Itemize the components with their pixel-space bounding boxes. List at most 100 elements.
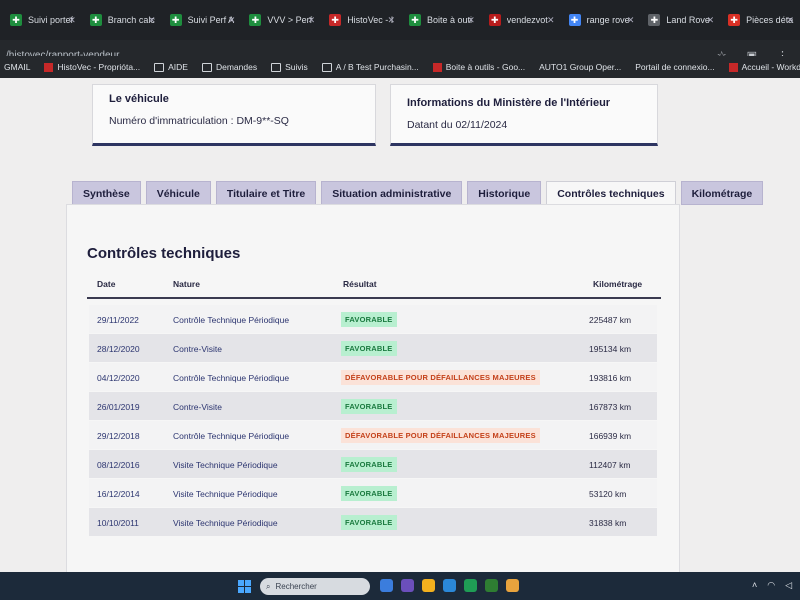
taskbar-search[interactable]: ⌕ Rechercher bbox=[260, 578, 370, 595]
browser-tab[interactable]: ✚ range rove ✕ bbox=[561, 5, 641, 35]
table-row: 04/12/2020 Contrôle Technique Périodique D… bbox=[89, 363, 657, 391]
taskbar: ⌕ Rechercher ˄ ◠ ◁ bbox=[0, 572, 800, 600]
close-icon[interactable]: ✕ bbox=[547, 15, 555, 26]
close-icon[interactable]: ✕ bbox=[387, 15, 395, 26]
result-badge: DÉFAVORABLE POUR DÉFAILLANCES MAJEURES bbox=[341, 370, 540, 385]
col-km: Kilométrage bbox=[593, 279, 643, 289]
table-row: 10/10/2011 Visite Technique Périodique FAV… bbox=[89, 508, 657, 536]
tab-historique[interactable]: Historique bbox=[467, 181, 542, 205]
bookmark-item[interactable]: Boite à outils - Goo... bbox=[432, 62, 526, 72]
close-icon[interactable]: ✕ bbox=[228, 15, 236, 26]
row-mileage: 167873 km bbox=[589, 402, 632, 412]
tab-favicon-icon: ✚ bbox=[169, 14, 182, 26]
row-nature: Visite Technique Périodique bbox=[173, 489, 278, 499]
windows-start-icon[interactable] bbox=[238, 580, 251, 593]
system-tray: ˄ ◠ ◁ bbox=[752, 580, 792, 591]
bookmark-item[interactable]: GMAIL bbox=[4, 62, 30, 72]
row-mileage: 193816 km bbox=[589, 373, 632, 383]
row-nature: Visite Technique Périodique bbox=[173, 518, 278, 528]
tab-kilom-trage[interactable]: Kilométrage bbox=[680, 181, 764, 205]
bookmark-label: Portail de connexio... bbox=[635, 62, 715, 72]
bookmark-item[interactable]: Accueil - Workday bbox=[728, 62, 800, 72]
tab-favicon-icon: ✚ bbox=[89, 14, 102, 26]
close-icon[interactable]: ✕ bbox=[707, 15, 715, 26]
close-icon[interactable]: ✕ bbox=[627, 15, 635, 26]
wifi-icon[interactable]: ◠ bbox=[767, 580, 775, 591]
volume-icon[interactable]: ◁ bbox=[785, 580, 792, 591]
bookmark-label: AIDE bbox=[168, 62, 188, 72]
browser-tab[interactable]: ✚ VVV > Perf ✕ bbox=[241, 5, 321, 35]
taskbar-app-icon[interactable] bbox=[443, 579, 456, 592]
result-badge: FAVORABLE bbox=[341, 341, 397, 356]
page-content: Le véhicule Numéro d'immatriculation : D… bbox=[0, 78, 800, 572]
taskbar-app-icon[interactable] bbox=[506, 579, 519, 592]
bookmark-item[interactable]: HistoVec - Proprióta... bbox=[44, 62, 140, 72]
row-nature: Contrôle Technique Périodique bbox=[173, 431, 290, 441]
site-logo-icon bbox=[728, 62, 738, 72]
table-row: 16/12/2014 Visite Technique Périodique FAV… bbox=[89, 479, 657, 507]
row-date: 29/11/2022 bbox=[97, 315, 139, 325]
result-badge: FAVORABLE bbox=[341, 486, 397, 501]
browser-tab[interactable]: ✚ HistoVec - I ✕ bbox=[321, 5, 401, 35]
browser-tab[interactable]: ✚ Branch calc ✕ bbox=[82, 5, 162, 35]
table-header: Date Nature Résultat Kilométrage bbox=[87, 269, 661, 299]
result-badge: FAVORABLE bbox=[341, 399, 397, 414]
bookmark-item[interactable]: Suivis bbox=[271, 62, 308, 72]
bookmark-label: A / B Test Purchasin... bbox=[335, 62, 419, 72]
section-title: Contrôles techniques bbox=[87, 245, 241, 262]
tab-synth-se[interactable]: Synthèse bbox=[72, 181, 141, 205]
row-date: 10/10/2011 bbox=[97, 518, 139, 528]
browser-tab[interactable]: ✚ Suivi Perf A ✕ bbox=[162, 5, 242, 35]
bookmark-item[interactable]: AUTO1 Group Oper... bbox=[539, 62, 621, 72]
row-date: 28/12/2020 bbox=[97, 344, 140, 354]
close-icon[interactable]: ✕ bbox=[467, 15, 475, 26]
vehicle-card-heading: Le véhicule bbox=[109, 93, 169, 105]
result-badge: FAVORABLE bbox=[341, 312, 397, 327]
taskbar-app-icon[interactable] bbox=[380, 579, 393, 592]
row-nature: Visite Technique Périodique bbox=[173, 460, 278, 470]
table-row: 29/12/2018 Contrôle Technique Périodique D… bbox=[89, 421, 657, 449]
folder-icon bbox=[271, 62, 282, 72]
row-date: 26/01/2019 bbox=[97, 402, 140, 412]
bookmark-item[interactable]: Portail de connexio... bbox=[635, 62, 714, 72]
bookmark-label: Boite à outils - Goo... bbox=[445, 62, 526, 72]
browser-tab[interactable]: ✚ vendezvot ✕ bbox=[481, 5, 561, 35]
tab-situation-administrative[interactable]: Situation administrative bbox=[321, 181, 463, 205]
row-nature: Contre-Visite bbox=[173, 402, 222, 412]
table-row: 28/12/2020 Contre-Visite FAVORABLE 195134 k… bbox=[89, 334, 657, 362]
taskbar-app-icon[interactable] bbox=[422, 579, 435, 592]
tab-favicon-icon: ✚ bbox=[408, 14, 421, 26]
browser-tab[interactable]: ✚ Land Rove ✕ bbox=[640, 5, 720, 35]
browser-tab[interactable]: ✚ Pièces déta ✕ bbox=[720, 5, 800, 35]
tab-v-hicule[interactable]: Véhicule bbox=[145, 181, 211, 205]
result-badge: FAVORABLE bbox=[341, 515, 397, 530]
taskbar-app-icon[interactable] bbox=[485, 579, 498, 592]
close-icon[interactable]: ✕ bbox=[308, 15, 316, 26]
close-icon[interactable]: ✕ bbox=[68, 15, 76, 26]
taskbar-app-icon[interactable] bbox=[401, 579, 414, 592]
bookmark-label: GMAIL bbox=[4, 62, 31, 72]
col-nature: Nature bbox=[173, 279, 200, 289]
browser-tab[interactable]: ✚ Suivi portef ✕ bbox=[2, 5, 82, 35]
row-mileage: 31838 km bbox=[589, 518, 627, 528]
bookmark-item[interactable]: Demandes bbox=[201, 62, 257, 72]
close-icon[interactable]: ✕ bbox=[786, 15, 794, 26]
result-badge: FAVORABLE bbox=[341, 457, 397, 472]
table-row: 08/12/2016 Visite Technique Périodique FAV… bbox=[89, 450, 657, 478]
close-icon[interactable]: ✕ bbox=[148, 15, 156, 26]
row-mileage: 225487 km bbox=[589, 315, 632, 325]
site-logo-icon bbox=[44, 62, 54, 72]
tab-favicon-icon: ✚ bbox=[648, 14, 661, 26]
search-placeholder: Rechercher bbox=[275, 582, 317, 591]
chevron-up-icon[interactable]: ˄ bbox=[752, 580, 757, 591]
tab-favicon-icon: ✚ bbox=[728, 14, 741, 26]
ministry-card-heading: Informations du Ministère de l'Intérieur bbox=[407, 97, 611, 109]
bookmark-item[interactable]: AIDE bbox=[154, 62, 188, 72]
row-mileage: 195134 km bbox=[589, 344, 632, 354]
taskbar-app-icon[interactable] bbox=[464, 579, 477, 592]
bookmark-item[interactable]: A / B Test Purchasin... bbox=[321, 62, 419, 72]
tab-titulaire-et-titre[interactable]: Titulaire et Titre bbox=[215, 181, 317, 205]
browser-tab[interactable]: ✚ Boite à outi ✕ bbox=[401, 5, 481, 35]
bookmarks-bar: GMAIL HistoVec - Proprióta... AIDE Demandes… bbox=[0, 56, 800, 78]
row-nature: Contrôle Technique Périodique bbox=[173, 315, 290, 325]
